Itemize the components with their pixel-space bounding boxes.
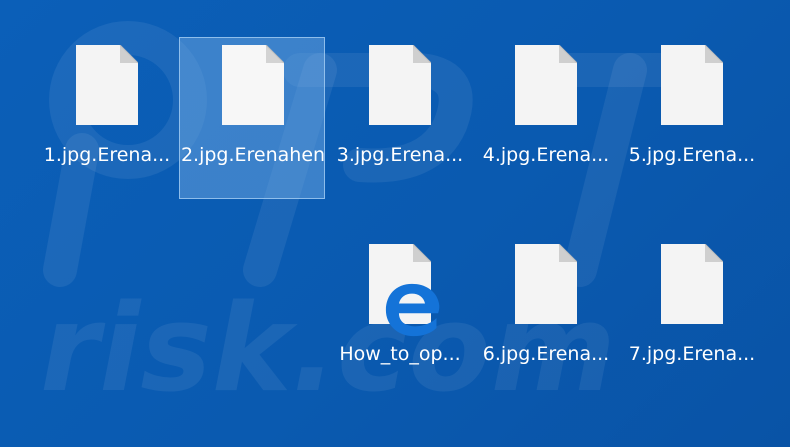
desktop-file-how-to-open[interactable]: How_to_op...	[326, 236, 472, 398]
blank-file-icon	[661, 45, 723, 125]
blank-file-icon	[222, 45, 284, 125]
desktop-file-6[interactable]: 6.jpg.Erena...	[472, 236, 618, 398]
desktop-file-1[interactable]: 1.jpg.Erena...	[33, 37, 179, 199]
blank-file-icon	[661, 244, 723, 324]
file-name-label: 4.jpg.Erena...	[482, 144, 610, 166]
blank-file-icon	[76, 45, 138, 125]
file-name-label: 6.jpg.Erena...	[482, 343, 610, 365]
file-name-label: How_to_op...	[339, 343, 461, 365]
file-name-label: 1.jpg.Erena...	[43, 144, 171, 166]
file-name-label: 2.jpg.Erenahen	[180, 144, 326, 166]
desktop-file-5[interactable]: 5.jpg.Erena...	[618, 37, 764, 199]
file-name-label: 5.jpg.Erena...	[628, 144, 756, 166]
blank-file-icon	[515, 244, 577, 324]
desktop-file-2[interactable]: 2.jpg.Erenahen	[179, 37, 325, 199]
desktop-file-3[interactable]: 3.jpg.Erena...	[326, 37, 472, 199]
file-name-label: 7.jpg.Erena...	[628, 343, 756, 365]
blank-file-icon	[369, 45, 431, 125]
desktop-file-7[interactable]: 7.jpg.Erena...	[618, 236, 764, 398]
edge-logo-icon	[385, 283, 440, 337]
file-name-label: 3.jpg.Erena...	[336, 144, 464, 166]
desktop-file-4[interactable]: 4.jpg.Erena...	[472, 37, 618, 199]
edge-html-file-icon	[369, 244, 440, 337]
blank-file-icon	[515, 45, 577, 125]
